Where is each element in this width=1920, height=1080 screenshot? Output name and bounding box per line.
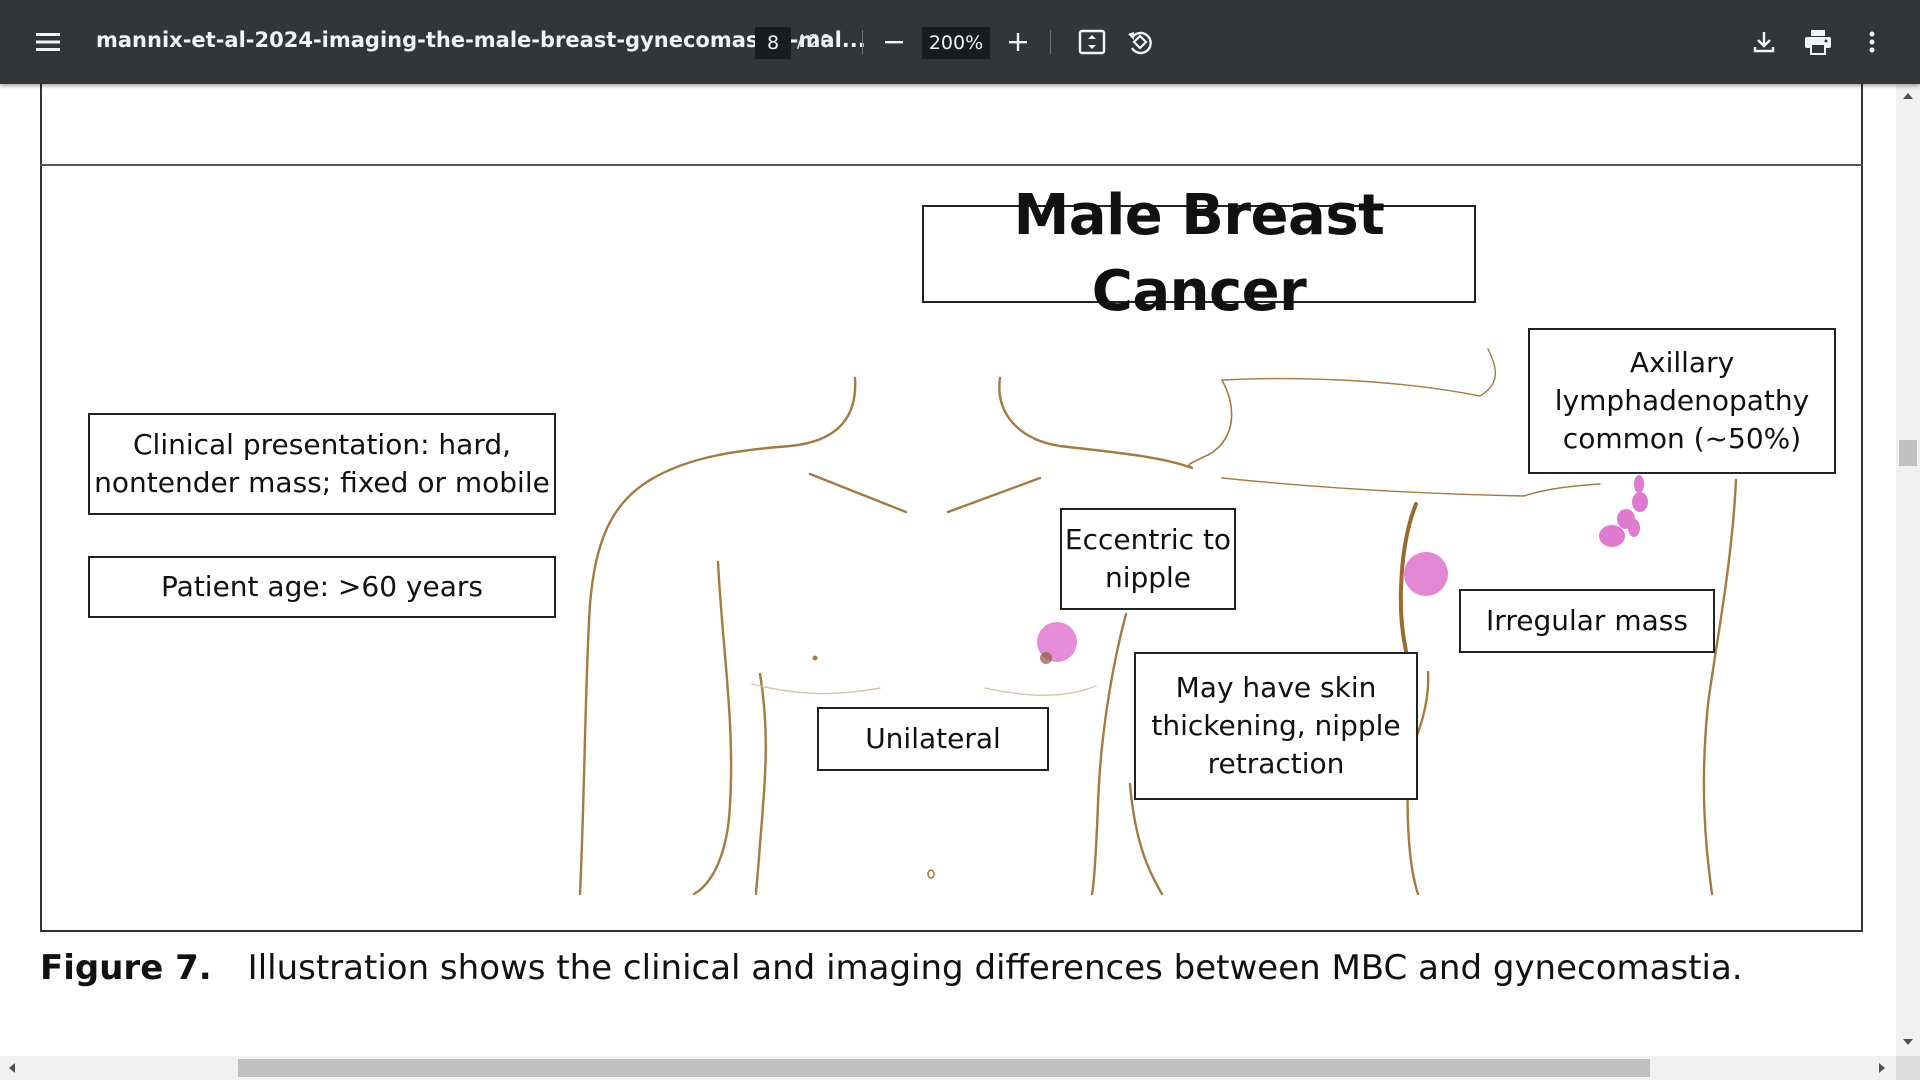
lesion-left-breast <box>1037 622 1077 664</box>
label-clinical-presentation: Clinical presentation: hard, nontender m… <box>88 413 556 515</box>
document-viewport[interactable]: Male Breast Cancer Clinical presentation… <box>0 84 1896 1056</box>
pdf-toolbar: mannix-et-al-2024-imaging-the-male-breas… <box>0 0 1920 84</box>
scroll-up-icon[interactable] <box>1902 92 1914 100</box>
horizontal-scrollbar-thumb[interactable] <box>238 1059 1650 1077</box>
fit-page-icon[interactable] <box>1074 24 1110 60</box>
label-patient-age: Patient age: >60 years <box>88 556 556 618</box>
figure-number: Figure 7. <box>40 948 212 988</box>
label-eccentric-to-nipple: Eccentric to nipple <box>1060 508 1236 610</box>
rotate-icon[interactable] <box>1122 24 1158 60</box>
scroll-right-icon[interactable] <box>1878 1062 1886 1074</box>
lesion-right-breast <box>1404 552 1448 596</box>
menu-icon[interactable] <box>28 22 68 62</box>
zoom-in-icon[interactable] <box>1000 24 1036 60</box>
horizontal-scrollbar[interactable] <box>0 1056 1896 1080</box>
vertical-scrollbar[interactable] <box>1896 84 1920 1056</box>
axillary-lymph-nodes <box>1599 475 1648 547</box>
scroll-down-icon[interactable] <box>1902 1038 1914 1046</box>
zoom-out-icon[interactable] <box>876 24 912 60</box>
print-icon[interactable] <box>1800 24 1836 60</box>
toolbar-separator <box>1050 30 1051 54</box>
toolbar-separator <box>862 30 863 54</box>
figure-caption-text: Illustration shows the clinical and imag… <box>247 948 1743 988</box>
zoom-input[interactable]: 200% <box>922 27 990 59</box>
page-total: / 20 <box>797 31 832 52</box>
scroll-left-icon[interactable] <box>8 1062 16 1074</box>
figure-title: Male Breast Cancer <box>922 183 1476 324</box>
document-title: mannix-et-al-2024-imaging-the-male-breas… <box>96 28 866 52</box>
download-icon[interactable] <box>1746 24 1782 60</box>
scrollbar-corner <box>1896 1056 1920 1080</box>
label-unilateral: Unilateral <box>817 707 1049 771</box>
more-vert-icon[interactable] <box>1854 24 1890 60</box>
label-axillary-lymphadenopathy: Axillary lymphadenopathy common (~50%) <box>1528 328 1836 474</box>
vertical-scrollbar-thumb[interactable] <box>1899 440 1917 466</box>
label-irregular-mass: Irregular mass <box>1459 589 1715 653</box>
figure-caption: Figure 7. Illustration shows the clinical… <box>40 948 1743 988</box>
page-number-input[interactable]: 8 <box>755 27 791 59</box>
label-skin-thickening: May have skin thickening, nipple retract… <box>1134 652 1418 800</box>
